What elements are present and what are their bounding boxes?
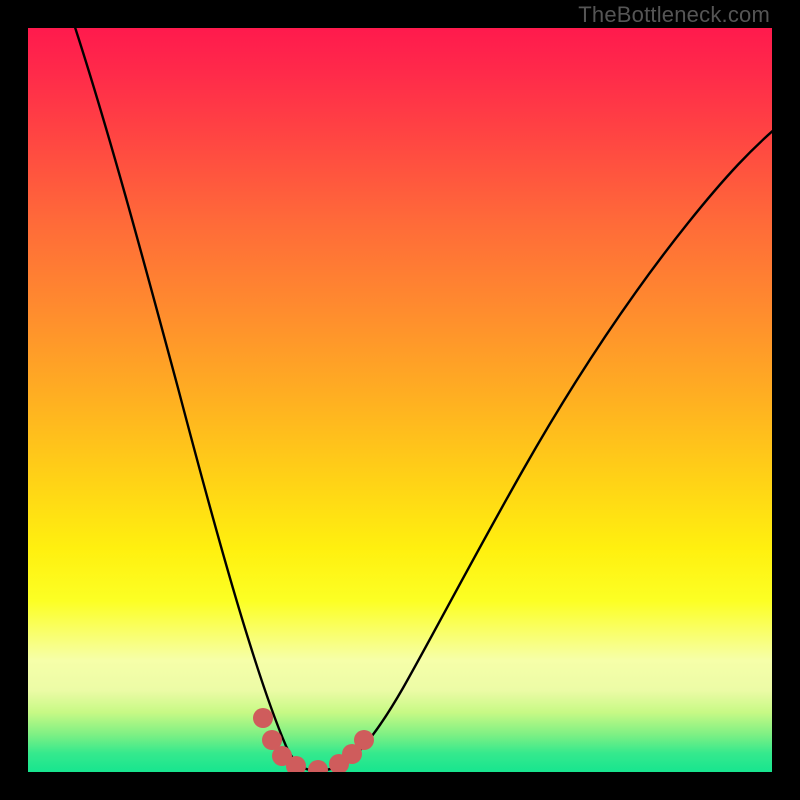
curve-layer	[28, 28, 772, 772]
plot-area	[28, 28, 772, 772]
chart-frame: TheBottleneck.com	[0, 0, 800, 800]
bottleneck-curve	[72, 28, 772, 771]
trough-markers	[253, 708, 374, 772]
watermark-text: TheBottleneck.com	[578, 2, 770, 28]
